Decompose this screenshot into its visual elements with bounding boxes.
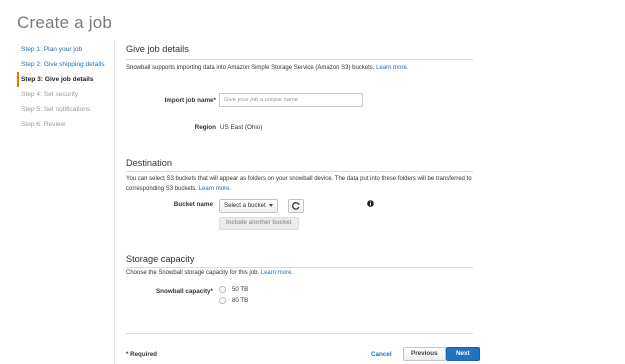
import-job-name-input[interactable] [219, 93, 363, 107]
step-review: Step 6: Review [21, 121, 66, 128]
section-divider [126, 171, 473, 172]
description-text: Snowball supports importing data into Am… [126, 65, 375, 71]
capacity-option-50tb[interactable]: 50 TB [219, 286, 248, 296]
learn-more-link[interactable]: Learn more. [261, 270, 293, 276]
step-security: Step 4: Set security [21, 91, 79, 98]
refresh-icon [292, 202, 300, 210]
required-note: * Required [126, 351, 157, 358]
region-label: Region [194, 124, 216, 131]
cancel-link[interactable]: Cancel [371, 351, 392, 358]
description-text: Choose the Snowball storage capacity for… [126, 270, 260, 276]
import-job-name-label: Import job name* [164, 97, 216, 104]
storage-capacity-description: Choose the Snowball storage capacity for… [126, 269, 473, 279]
snowball-capacity-label: Snowball capacity* [155, 288, 213, 295]
region-value: US East (Ohio) [220, 124, 263, 131]
step-shipping-details[interactable]: Step 2: Give shipping details [17, 57, 112, 72]
info-icon[interactable] [367, 200, 374, 207]
caret-down-icon [268, 203, 273, 207]
include-another-bucket-button: Include another bucket [219, 217, 299, 230]
next-button[interactable]: Next [446, 347, 480, 361]
page-title: Create a job [17, 13, 113, 32]
destination-heading: Destination [126, 158, 172, 168]
section-divider [126, 59, 473, 60]
capacity-option-80tb[interactable]: 80 TB [219, 297, 248, 307]
step-plan-job[interactable]: Step 1: Plan your job [17, 42, 112, 57]
learn-more-link[interactable]: Learn more. [199, 186, 231, 192]
radio-label: 50 TB [232, 286, 249, 293]
sidebar-divider [114, 40, 115, 364]
radio-button[interactable] [219, 286, 226, 293]
footer-divider [126, 333, 473, 334]
job-details-heading: Give job details [126, 44, 189, 54]
step-job-details: Step 3: Give job details [17, 72, 112, 87]
radio-button[interactable] [219, 297, 226, 304]
refresh-button[interactable] [288, 199, 304, 213]
storage-capacity-heading: Storage capacity [126, 254, 195, 264]
bucket-name-label: Bucket name [173, 201, 213, 208]
description-text: You can select S3 buckets that will appe… [126, 176, 472, 192]
section-divider [126, 267, 473, 268]
learn-more-link[interactable]: Learn more. [376, 65, 408, 71]
job-details-description: Snowball supports importing data into Am… [126, 64, 473, 74]
wizard-steps: Step 1: Plan your job Step 2: Give shipp… [17, 42, 112, 132]
step-notifications: Step 5: Set notifications [21, 106, 91, 113]
radio-label: 80 TB [232, 297, 249, 304]
bucket-select-value: Select a bucket [224, 202, 266, 209]
destination-description: You can select S3 buckets that will appe… [126, 175, 473, 194]
previous-button[interactable]: Previous [403, 347, 446, 361]
bucket-select[interactable]: Select a bucket [219, 199, 278, 213]
